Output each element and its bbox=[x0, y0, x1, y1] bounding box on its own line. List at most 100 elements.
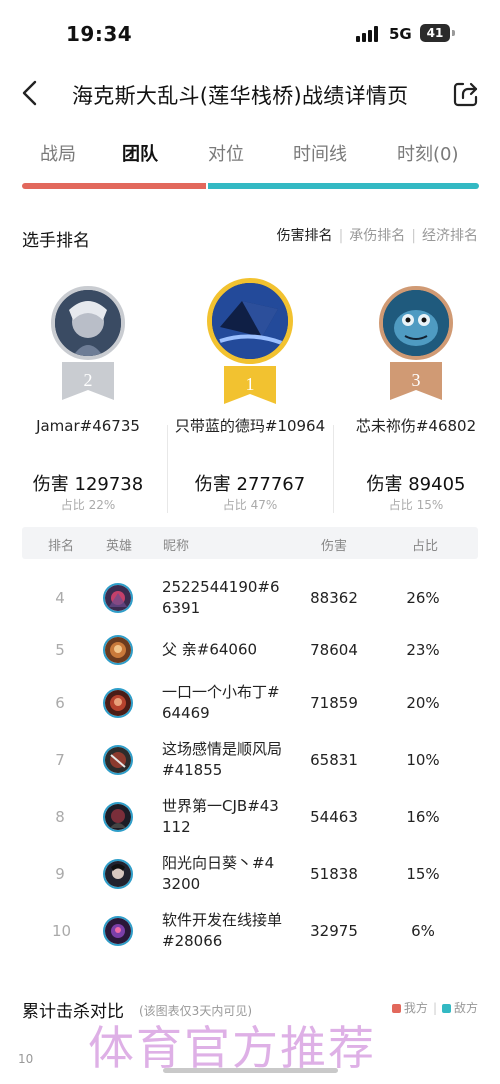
column-share: 占比 bbox=[412, 539, 439, 554]
player-damage: 78604 bbox=[310, 640, 358, 659]
rank-ribbon-silver: 2 bbox=[62, 362, 114, 400]
table-header: 排名 英雄 昵称 伤害 占比 bbox=[22, 527, 478, 559]
chart-y-tick: 10 bbox=[18, 1052, 34, 1066]
table-row[interactable]: 8 世界第一CJB#43112 54463 16% bbox=[22, 788, 478, 845]
table-row[interactable]: 7 这场感情是顺风局#41855 65831 10% bbox=[22, 731, 478, 788]
column-rank: 排名 bbox=[48, 539, 75, 554]
podium-first[interactable]: 1 只带蓝的德玛#10964 伤害 277767 占比 47% bbox=[170, 270, 330, 520]
status-bar: 19:34 5G 41 bbox=[0, 0, 500, 66]
tab-matchup[interactable]: 对位 bbox=[208, 140, 244, 166]
player-name: 只带蓝的德玛#10964 bbox=[174, 417, 326, 435]
hero-portrait-icon bbox=[105, 917, 131, 944]
player-name: 一口一个小布丁#64469 bbox=[162, 682, 280, 722]
player-name: 父 亲#64060 bbox=[162, 640, 258, 658]
legend-enemy-team: 敌方 bbox=[453, 1001, 478, 1015]
divider bbox=[333, 425, 334, 513]
row-rank: 9 bbox=[55, 864, 65, 883]
team-bar-enemy-side bbox=[208, 183, 479, 189]
player-name: 芯未祢伤#46802 bbox=[355, 417, 477, 435]
share-icon bbox=[453, 82, 478, 107]
rank-ribbon-bronze: 3 bbox=[390, 362, 442, 400]
player-damage-share: 23% bbox=[406, 640, 440, 659]
table-row[interactable]: 4 2522544190#66391 88362 26% bbox=[22, 569, 478, 626]
hero-portrait-icon bbox=[212, 283, 288, 359]
sort-gold-tab[interactable]: 经济排名 bbox=[422, 228, 478, 244]
player-damage-share: 26% bbox=[406, 588, 440, 607]
sort-tabs: 伤害排名 | 承伤排名 | 经济排名 bbox=[277, 225, 478, 245]
hero-avatar bbox=[103, 687, 133, 718]
home-indicator[interactable] bbox=[163, 1068, 338, 1073]
hero-avatar bbox=[103, 915, 133, 946]
podium-second[interactable]: 2 Jamar#46735 伤害 129738 占比 22% bbox=[8, 270, 168, 520]
hero-avatar bbox=[207, 278, 293, 364]
hero-avatar bbox=[103, 744, 133, 775]
battery-level: 41 bbox=[426, 26, 444, 40]
legend-my-team: 我方 bbox=[403, 1001, 428, 1015]
battery-icon: 41 bbox=[420, 24, 450, 42]
player-damage: 伤害 277767 bbox=[194, 474, 306, 495]
player-damage-share: 20% bbox=[406, 693, 440, 712]
share-button[interactable] bbox=[452, 80, 480, 108]
tab-overview[interactable]: 战局 bbox=[40, 140, 76, 166]
player-name: 2522544190#66391 bbox=[162, 577, 280, 617]
player-damage: 伤害 89405 bbox=[366, 474, 466, 495]
sort-separator: | bbox=[338, 228, 344, 244]
player-damage-share: 占比 15% bbox=[388, 498, 444, 512]
row-rank: 6 bbox=[55, 693, 65, 712]
network-label: 5G bbox=[389, 25, 412, 43]
back-button[interactable] bbox=[16, 78, 46, 108]
legend-my-team-swatch bbox=[391, 1004, 401, 1013]
hero-avatar bbox=[103, 582, 133, 613]
ranking-title: 选手排名 bbox=[22, 231, 90, 251]
table-row[interactable]: 10 软件开发在线接单#28066 32975 6% bbox=[22, 902, 478, 959]
table-row[interactable]: 6 一口一个小布丁#64469 71859 20% bbox=[22, 674, 478, 731]
tab-bar: 战局 团队 对位 时间线 时刻(0) bbox=[0, 130, 500, 176]
sort-damage-taken-tab[interactable]: 承伤排名 bbox=[349, 228, 405, 244]
hero-portrait-icon bbox=[383, 290, 449, 356]
player-damage-share: 15% bbox=[406, 864, 440, 883]
divider bbox=[167, 425, 168, 513]
tab-moments[interactable]: 时刻(0) bbox=[397, 140, 459, 166]
player-damage-share: 占比 47% bbox=[222, 498, 278, 512]
player-damage-share: 占比 22% bbox=[60, 498, 116, 512]
tab-timeline[interactable]: 时间线 bbox=[293, 140, 347, 166]
player-damage-share: 16% bbox=[406, 807, 440, 826]
player-damage: 65831 bbox=[310, 750, 358, 769]
row-rank: 10 bbox=[52, 921, 72, 940]
battery-tip bbox=[452, 30, 455, 36]
rank-number: 1 bbox=[246, 374, 255, 394]
column-damage: 伤害 bbox=[321, 539, 348, 554]
player-damage: 伤害 129738 bbox=[32, 474, 144, 495]
hero-avatar bbox=[103, 801, 133, 832]
hero-portrait-icon bbox=[105, 689, 131, 716]
row-rank: 4 bbox=[55, 588, 65, 607]
hero-avatar bbox=[51, 286, 125, 360]
rank-ribbon-gold: 1 bbox=[224, 366, 276, 404]
legend-enemy-swatch bbox=[441, 1004, 451, 1013]
player-name: 软件开发在线接单#28066 bbox=[162, 910, 283, 950]
player-damage-share: 6% bbox=[411, 921, 435, 940]
column-hero: 英雄 bbox=[106, 539, 133, 554]
player-damage: 71859 bbox=[310, 693, 358, 712]
rank-number: 2 bbox=[84, 370, 93, 390]
status-time: 19:34 bbox=[66, 22, 133, 46]
kill-chart-legend: 我方 | 敌方 bbox=[391, 999, 478, 1016]
hero-portrait-icon bbox=[105, 636, 131, 663]
column-nickname: 昵称 bbox=[163, 539, 190, 554]
podium-third[interactable]: 3 芯未祢伤#46802 伤害 89405 占比 15% bbox=[336, 270, 496, 520]
hero-portrait-icon bbox=[105, 584, 131, 611]
table-row[interactable]: 9 阳光向日葵丶#43200 51838 15% bbox=[22, 845, 478, 902]
player-damage: 51838 bbox=[310, 864, 358, 883]
tab-team[interactable]: 团队 bbox=[122, 140, 158, 166]
player-name: 阳光向日葵丶#43200 bbox=[162, 853, 275, 893]
row-rank: 5 bbox=[55, 640, 65, 659]
row-rank: 7 bbox=[55, 750, 65, 769]
table-row[interactable]: 5 父 亲#64060 78604 23% bbox=[22, 621, 478, 678]
sort-damage-tab[interactable]: 伤害排名 bbox=[277, 228, 333, 244]
header: 海克斯大乱斗(莲华栈桥)战绩详情页 bbox=[0, 66, 500, 122]
hero-portrait-icon bbox=[105, 803, 131, 830]
player-name: 世界第一CJB#43112 bbox=[162, 796, 279, 836]
row-rank: 8 bbox=[55, 807, 65, 826]
hero-portrait-icon bbox=[105, 860, 131, 887]
sort-separator: | bbox=[411, 228, 416, 244]
